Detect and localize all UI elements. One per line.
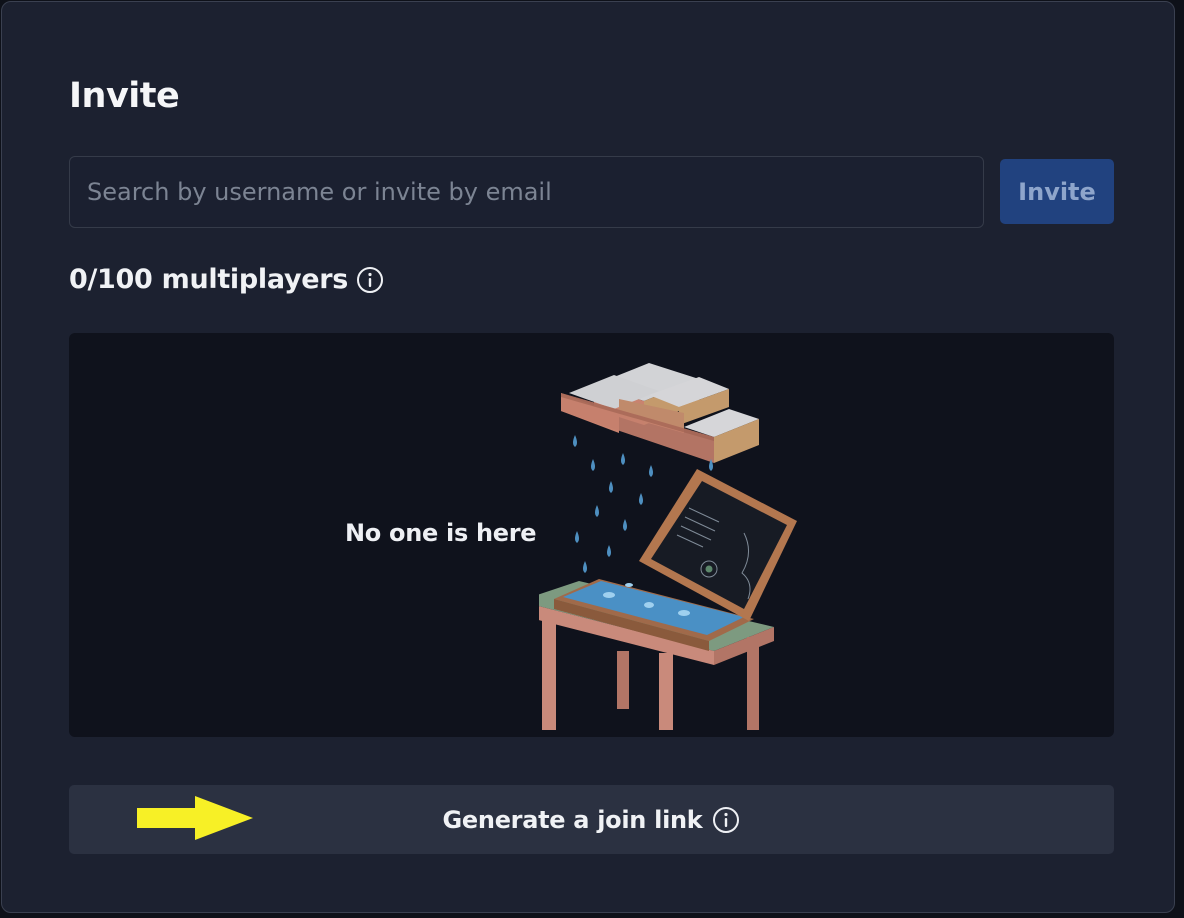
cloud-icon [561, 363, 759, 463]
info-icon[interactable] [712, 806, 740, 834]
multiplayers-count-row: 0/100 multiplayers [69, 264, 384, 295]
invite-panel: Invite Invite 0/100 multiplayers No one … [1, 1, 1175, 913]
info-icon[interactable] [356, 266, 384, 294]
rain-cloud-laptop-illustration [539, 363, 797, 730]
search-input[interactable] [69, 156, 984, 228]
empty-state-message: No one is here [345, 519, 537, 547]
join-link-label: Generate a join link [442, 805, 703, 834]
yellow-arrow-icon [137, 796, 253, 840]
multiplayers-count-label: 0/100 multiplayers [69, 264, 349, 295]
invite-button[interactable]: Invite [1000, 159, 1114, 224]
empty-state-box: No one is here [69, 333, 1114, 737]
panel-title: Invite [69, 76, 180, 116]
